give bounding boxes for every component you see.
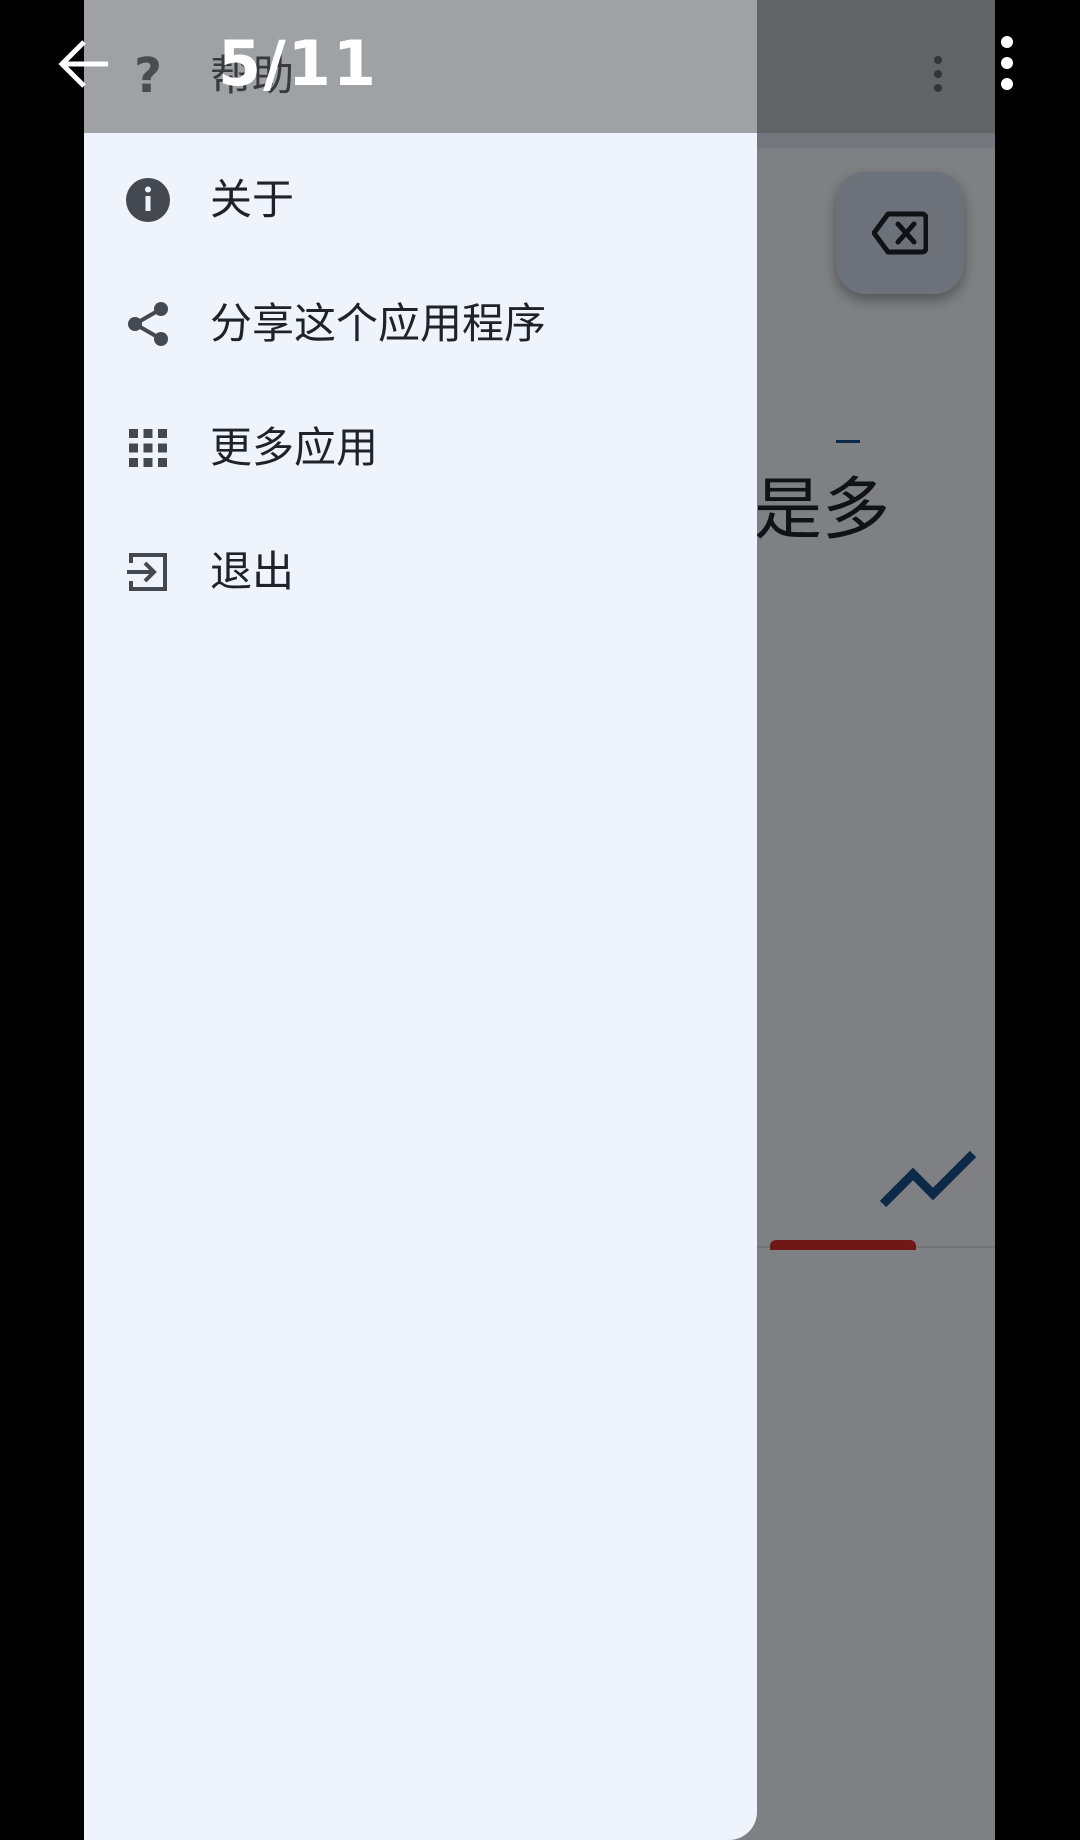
drawer-item-share[interactable]: 分享这个应用程序 (84, 262, 757, 386)
exit-icon (124, 548, 172, 596)
share-icon (124, 300, 172, 348)
drawer-item-label: 关于 (210, 175, 295, 224)
apps-grid-icon (124, 424, 172, 472)
drawer-item-label: 退出 (210, 547, 295, 596)
app-screen: 是多 ? 帮助 关于 (84, 0, 995, 1840)
drawer-item-more-apps[interactable]: 更多应用 (84, 386, 757, 510)
drawer-item-label: 更多应用 (210, 423, 379, 472)
info-icon (124, 176, 172, 224)
image-counter: 5/11 (218, 27, 379, 100)
back-arrow-icon[interactable] (56, 36, 112, 92)
drawer-item-about[interactable]: 关于 (84, 138, 757, 262)
drawer-item-exit[interactable]: 退出 (84, 510, 757, 634)
navigation-drawer: ? 帮助 关于 (84, 0, 757, 1840)
drawer-item-label: 分享这个应用程序 (210, 299, 547, 348)
viewer-more-icon[interactable] (1000, 36, 1014, 92)
